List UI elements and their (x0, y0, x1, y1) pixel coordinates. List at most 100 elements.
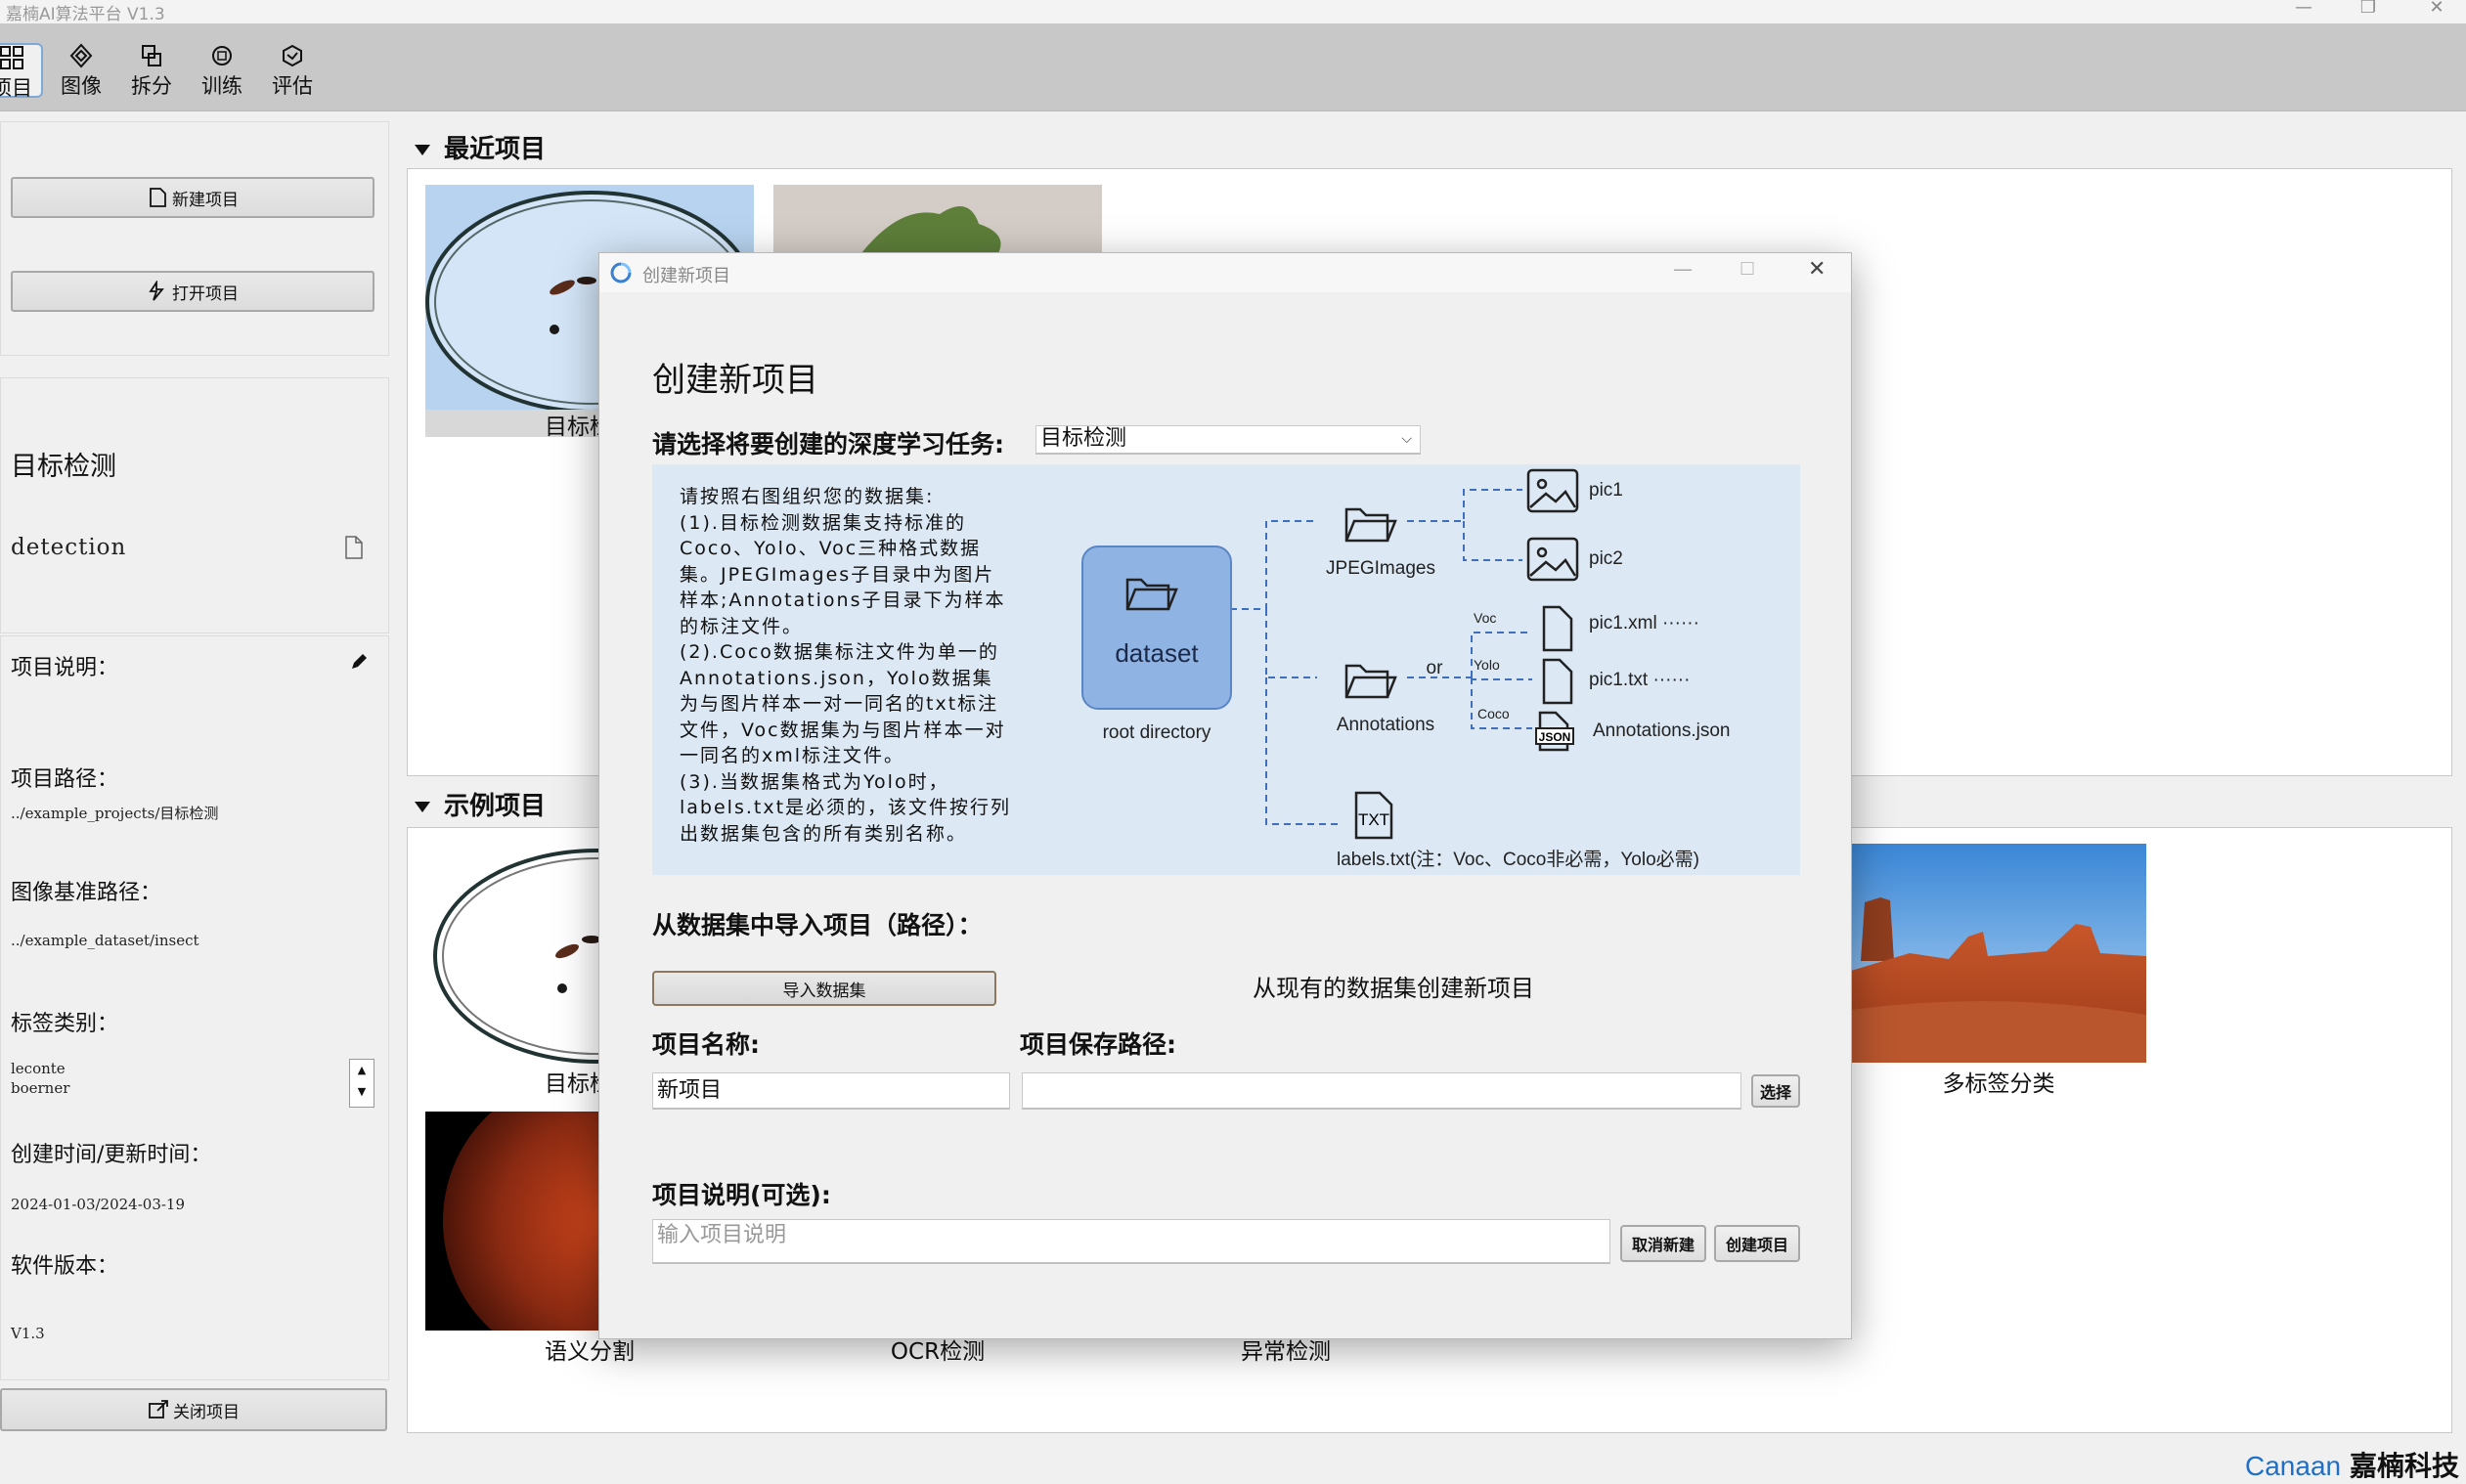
chevron-down-icon: ⌵ (1401, 431, 1412, 447)
project-desc-input[interactable]: 输入项目说明 (652, 1219, 1610, 1264)
project-desc-label: 项目说明： (11, 656, 119, 680)
edit-pencil-icon[interactable] (349, 652, 369, 672)
recent-projects-title: 最近项目 (444, 135, 547, 164)
project-desc-label: 项目说明(可选): (652, 1181, 831, 1209)
dialog-close-icon[interactable]: ✕ (1808, 257, 1826, 282)
toolbar-split-button[interactable]: 拆分 (121, 43, 182, 98)
choose-path-button[interactable]: 选择 (1751, 1074, 1800, 1108)
sidebar-info-panel: 项目说明： 项目路径： ../example_projects/目标检测 图像基… (0, 635, 389, 1380)
txt-label: pic1.txt ······ (1589, 670, 1690, 690)
coco-label: Coco (1477, 706, 1510, 721)
toolbar-project-button[interactable]: 项目 (0, 43, 43, 100)
new-file-icon (150, 188, 166, 207)
train-icon (212, 46, 232, 65)
project-title: 目标检测 (11, 452, 116, 482)
project-name-label: 项目名称: (652, 1030, 760, 1059)
dataset-structure-diagram: JSON TXT dataset root directory JPEGImag… (1081, 468, 1731, 870)
toolbar-split-label: 拆分 (131, 74, 172, 98)
annotations-label: Annotations (1337, 715, 1434, 735)
plant-image (861, 206, 1001, 253)
project-name-value: 新项目 (657, 1078, 723, 1103)
brand-cn: 嘉楠科技 (2350, 1450, 2460, 1482)
brand-en: Canaan (2245, 1451, 2342, 1481)
cancel-create-label: 取消新建 (1631, 1236, 1695, 1254)
open-project-icon (149, 281, 164, 301)
desert-image (1851, 844, 2146, 1063)
dataset-label: dataset (1115, 638, 1199, 668)
choose-path-label: 选择 (1759, 1083, 1791, 1102)
create-project-label: 创建项目 (1725, 1236, 1788, 1254)
close-window-icon[interactable]: ✕ (2407, 0, 2466, 23)
time-value: 2024-01-03/2024-03-19 (11, 1196, 186, 1213)
xml-label: pic1.xml ······ (1589, 613, 1699, 633)
json-label: Annotations.json (1593, 720, 1731, 741)
toolbar-image-button[interactable]: 图像 (51, 43, 111, 98)
file-icon[interactable] (343, 535, 365, 560)
scroll-down-icon[interactable]: ▼ (350, 1081, 374, 1103)
image-icon (69, 43, 93, 68)
save-path-label: 项目保存路径: (1020, 1030, 1176, 1059)
main-toolbar: 项目 图像 拆分 训练 评估 (0, 23, 2466, 111)
close-project-button[interactable]: 关闭项目 (0, 1388, 387, 1431)
create-project-button[interactable]: 创建项目 (1714, 1225, 1800, 1262)
dialog-maximize-icon[interactable]: ☐ (1739, 259, 1755, 280)
labels-scrollbar[interactable]: ▲ ▼ (349, 1059, 374, 1108)
project-type: detection (11, 535, 127, 560)
cancel-create-button[interactable]: 取消新建 (1620, 1225, 1706, 1262)
import-dataset-button[interactable]: 导入数据集 (652, 971, 996, 1006)
dialog-heading: 创建新项目 (652, 361, 818, 400)
open-project-label: 打开项目 (172, 284, 239, 304)
project-path-value: ../example_projects/目标检测 (11, 805, 219, 822)
close-project-icon (149, 1400, 168, 1419)
minimize-icon[interactable]: — (2274, 0, 2333, 23)
new-project-button[interactable]: 新建项目 (11, 177, 374, 218)
restore-icon[interactable]: ❐ (2339, 0, 2398, 23)
toolbar-train-button[interactable]: 训练 (192, 43, 252, 98)
save-path-input[interactable] (1022, 1072, 1741, 1110)
example-multilabel-thumbnail[interactable] (1851, 844, 2146, 1063)
window-titlebar: 嘉楠AI算法平台 V1.3 — ❐ ✕ (0, 0, 2466, 24)
toolbar-evaluate-label: 评估 (272, 74, 313, 98)
toolbar-image-label: 图像 (61, 74, 102, 98)
toolbar-evaluate-button[interactable]: 评估 (262, 43, 323, 98)
sidebar-actions-panel: 新建项目 打开项目 (0, 121, 389, 356)
dialog-minimize-icon[interactable]: — (1673, 257, 1693, 281)
jpegimages-label: JPEGImages (1326, 558, 1435, 579)
image-path-label: 图像基准路径： (11, 881, 162, 905)
example-projects-header[interactable]: 示例项目 (415, 786, 546, 822)
voc-label: Voc (1474, 610, 1496, 626)
collapse-arrow-icon (415, 145, 430, 155)
window-title: 嘉楠AI算法平台 V1.3 (6, 5, 165, 24)
import-label: 从数据集中导入项目（路径）： (652, 911, 983, 939)
import-hint: 从现有的数据集创建新项目 (1253, 975, 1534, 1002)
recent-project-thumbnail-2[interactable] (773, 185, 1102, 253)
create-project-dialog: 创建新项目 — ☐ ✕ 创建新项目 请选择将要创建的深度学习任务: 目标检测 ⌵… (598, 252, 1852, 1339)
scroll-up-icon[interactable]: ▲ (350, 1060, 374, 1081)
app-logo-icon (610, 262, 632, 284)
version-label: 软件版本： (11, 1254, 119, 1279)
labels-txt-note: labels.txt(注：Voc、Coco非必需，Yolo必需) (1337, 849, 1699, 870)
grid-icon (0, 46, 23, 69)
toolbar-project-label: 项目 (0, 76, 32, 100)
dialog-title: 创建新项目 (642, 266, 730, 286)
list-item: leconte (11, 1060, 66, 1077)
toolbar-train-label: 训练 (201, 74, 242, 98)
split-icon (142, 45, 161, 66)
example-projects-title: 示例项目 (444, 792, 547, 821)
new-project-label: 新建项目 (172, 190, 239, 210)
open-project-button[interactable]: 打开项目 (11, 271, 374, 312)
project-name-input[interactable]: 新项目 (652, 1072, 1010, 1110)
task-label: 请选择将要创建的深度学习任务: (652, 430, 1004, 458)
example-multilabel-label: 多标签分类 (1942, 1071, 2055, 1097)
close-project-label: 关闭项目 (173, 1402, 240, 1422)
labels-list[interactable]: leconte boerner (11, 1059, 373, 1102)
image-path-value: ../example_dataset/insect (11, 932, 199, 949)
recent-projects-header[interactable]: 最近项目 (415, 129, 546, 165)
project-desc-placeholder: 输入项目说明 (657, 1223, 787, 1247)
time-label: 创建时间/更新时间： (11, 1143, 212, 1167)
txt-badge: TXT (1358, 810, 1389, 829)
task-select[interactable]: 目标检测 ⌵ (1035, 425, 1421, 455)
yolo-label: Yolo (1474, 657, 1500, 673)
dialog-titlebar: 创建新项目 — ☐ ✕ (599, 253, 1851, 292)
collapse-arrow-icon (415, 802, 430, 812)
